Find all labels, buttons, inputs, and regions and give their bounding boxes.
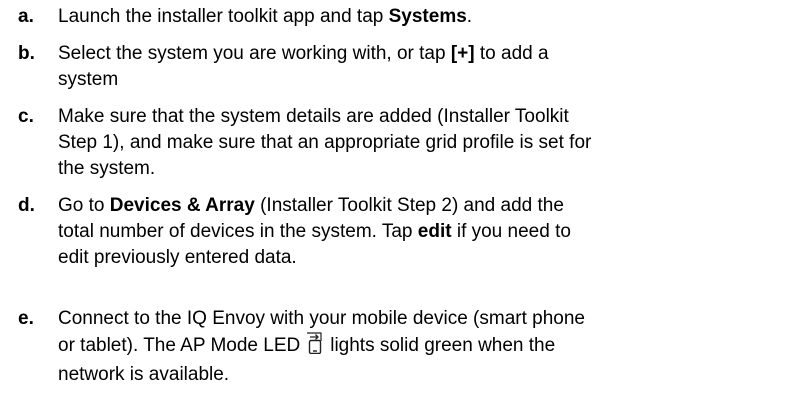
add-system-term: [+] bbox=[450, 43, 475, 64]
step-text: Connect to the IQ Envoy with your mobile… bbox=[58, 308, 585, 385]
step-text: Go to Devices & Array (Installer Toolkit… bbox=[58, 195, 571, 268]
step-text: Select the system you are working with, … bbox=[58, 43, 549, 90]
step-letter: a. bbox=[18, 6, 34, 27]
ap-mode-led-icon bbox=[306, 332, 324, 362]
step-letter: c. bbox=[18, 106, 34, 127]
step-letter: b. bbox=[18, 43, 35, 64]
devices-array-term: Devices & Array bbox=[109, 195, 255, 216]
step-letter: d. bbox=[18, 195, 35, 216]
step-letter: e. bbox=[18, 308, 34, 329]
systems-term: Systems bbox=[388, 6, 467, 27]
step-text: Launch the installer toolkit app and tap… bbox=[58, 6, 473, 27]
step-text: Make sure that the system details are ad… bbox=[58, 106, 592, 179]
instruction-steps: a. Launch the installer toolkit app and … bbox=[0, 0, 800, 408]
edit-term: edit bbox=[417, 221, 452, 242]
